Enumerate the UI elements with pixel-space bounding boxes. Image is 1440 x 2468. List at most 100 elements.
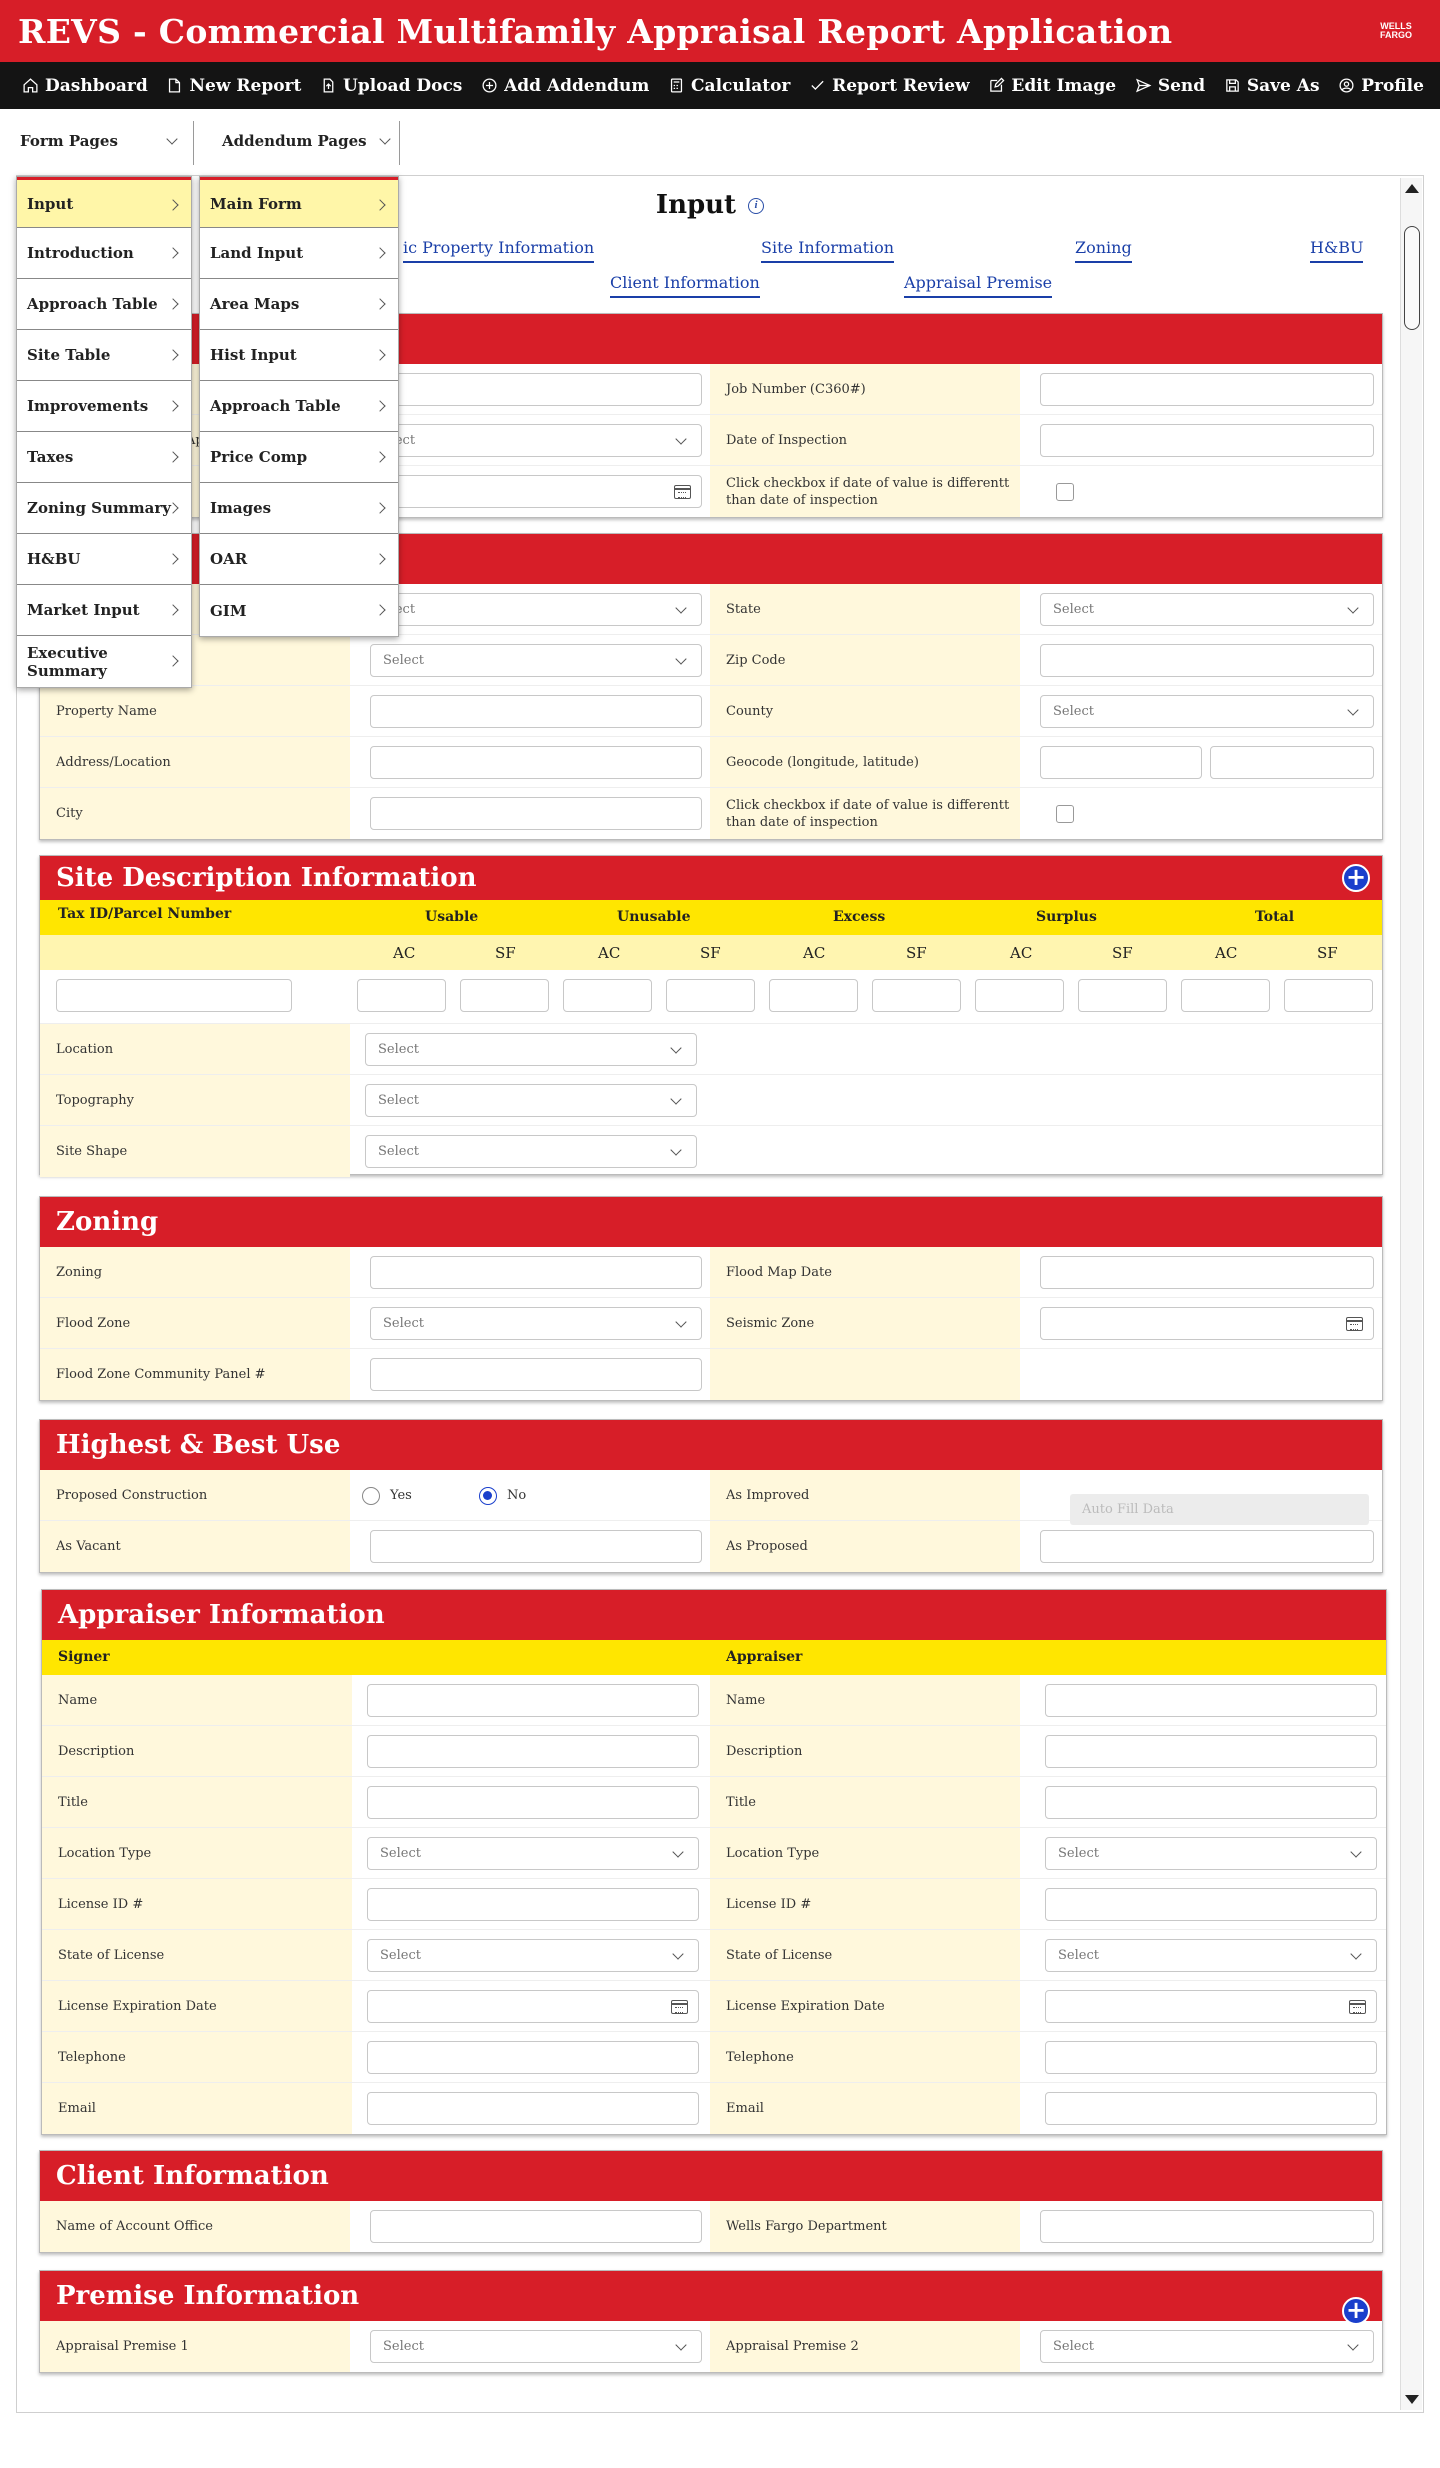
nav-save-as[interactable]: Save As (1224, 76, 1320, 96)
county-select[interactable]: Select (1040, 695, 1374, 728)
wf-department-input[interactable] (1040, 2210, 1374, 2243)
calendar-icon[interactable] (674, 485, 691, 499)
link-client-information[interactable]: Client Information (610, 273, 760, 298)
job-number-input[interactable] (1040, 373, 1374, 406)
link-site-information[interactable]: Site Information (761, 238, 895, 263)
total-sf-input[interactable] (1284, 979, 1373, 1012)
calendar-icon[interactable] (1349, 2000, 1366, 2014)
link-property-information[interactable]: ic Property Information (403, 238, 595, 263)
info-icon[interactable]: i (748, 198, 765, 214)
surplus-sf-input[interactable] (1078, 979, 1167, 1012)
menu-item-main-form[interactable]: Main Form (200, 177, 398, 228)
menu-item-land-input[interactable]: Land Input (200, 228, 398, 279)
usable-sf-input[interactable] (460, 979, 549, 1012)
calendar-icon[interactable] (1346, 1317, 1363, 1331)
signer-title-input[interactable] (367, 1786, 699, 1819)
appraiser-state-license-select[interactable]: Select (1045, 1939, 1377, 1972)
usable-ac-input[interactable] (357, 979, 446, 1012)
select-dropdown[interactable]: elect (370, 593, 702, 626)
unusable-sf-input[interactable] (666, 979, 755, 1012)
community-panel-input[interactable] (370, 1358, 702, 1391)
signer-email-input[interactable] (367, 2092, 699, 2125)
nav-dashboard[interactable]: Dashboard (22, 76, 148, 96)
link-hbu[interactable]: H&BU (1310, 238, 1364, 263)
vertical-scrollbar[interactable] (1400, 178, 1422, 2410)
topography-select[interactable]: Select (365, 1084, 697, 1117)
nav-new-report[interactable]: New Report (166, 76, 301, 96)
signer-telephone-input[interactable] (367, 2041, 699, 2074)
calendar-icon[interactable] (671, 2000, 688, 2014)
menu-item-executive-summary[interactable]: Executive Summary (17, 636, 191, 687)
addendum-pages-dropdown[interactable]: Addendum Pages (222, 123, 391, 159)
address-input[interactable] (370, 746, 702, 779)
appraiser-telephone-input[interactable] (1045, 2041, 1377, 2074)
tax-id-input[interactable] (56, 979, 292, 1012)
excess-ac-input[interactable] (769, 979, 858, 1012)
menu-item-site-table[interactable]: Site Table (17, 330, 191, 381)
text-input[interactable] (370, 373, 702, 406)
site-shape-select[interactable]: Select (365, 1135, 697, 1168)
appraiser-location-type-select[interactable]: Select (1045, 1837, 1377, 1870)
proposed-yes-radio[interactable] (362, 1487, 380, 1505)
property-name-input[interactable] (370, 695, 702, 728)
signer-name-input[interactable] (367, 1684, 699, 1717)
menu-item-oar[interactable]: OAR (200, 534, 398, 585)
menu-item-area-maps[interactable]: Area Maps (200, 279, 398, 330)
appraiser-license-expiration-input[interactable] (1045, 1990, 1377, 2023)
menu-item-introduction[interactable]: Introduction (17, 228, 191, 279)
nav-add-addendum[interactable]: Add Addendum (481, 76, 649, 96)
city-input[interactable] (370, 797, 702, 830)
nav-send[interactable]: Send (1135, 76, 1205, 96)
inspection-date-input[interactable] (1040, 424, 1374, 457)
menu-item-approach-table[interactable]: Approach Table (200, 381, 398, 432)
signer-state-license-select[interactable]: Select (367, 1939, 699, 1972)
nav-upload-docs[interactable]: Upload Docs (320, 76, 462, 96)
appraiser-email-input[interactable] (1045, 2092, 1377, 2125)
select-dropdown[interactable]: Select (370, 644, 702, 677)
menu-item-hist-input[interactable]: Hist Input (200, 330, 398, 381)
nav-report-review[interactable]: Report Review (809, 76, 970, 96)
wells-fargo-logo[interactable]: WELLS FARGO (1376, 22, 1416, 40)
date-input[interactable] (370, 475, 702, 508)
select-dropdown[interactable]: elect (370, 424, 702, 457)
as-vacant-input[interactable] (370, 1530, 702, 1563)
link-appraisal-premise[interactable]: Appraisal Premise (904, 273, 1053, 298)
proposed-no-radio[interactable] (479, 1487, 497, 1505)
menu-item-input[interactable]: Input (17, 177, 191, 228)
menu-item-images[interactable]: Images (200, 483, 398, 534)
appraiser-license-id-input[interactable] (1045, 1888, 1377, 1921)
state-select[interactable]: Select (1040, 593, 1374, 626)
nav-profile[interactable]: Profile (1338, 76, 1424, 96)
scrollbar-thumb[interactable] (1404, 226, 1420, 330)
date-differs-checkbox[interactable] (1056, 805, 1074, 823)
location-select[interactable]: Select (365, 1033, 697, 1066)
menu-item-hbu[interactable]: H&BU (17, 534, 191, 585)
surplus-ac-input[interactable] (975, 979, 1064, 1012)
nav-calculator[interactable]: Calculator (668, 76, 790, 96)
form-pages-dropdown[interactable]: Form Pages (20, 123, 178, 159)
signer-license-expiration-input[interactable] (367, 1990, 699, 2023)
longitude-input[interactable] (1040, 746, 1202, 779)
as-proposed-input[interactable] (1040, 1530, 1374, 1563)
appraiser-title-input[interactable] (1045, 1786, 1377, 1819)
menu-item-market-input[interactable]: Market Input (17, 585, 191, 636)
add-parcel-button[interactable]: + (1342, 864, 1370, 892)
menu-item-taxes[interactable]: Taxes (17, 432, 191, 483)
premise-2-select[interactable]: Select (1040, 2330, 1374, 2363)
excess-sf-input[interactable] (872, 979, 961, 1012)
menu-item-gim[interactable]: GIM (200, 585, 398, 636)
account-office-input[interactable] (370, 2210, 702, 2243)
signer-location-type-select[interactable]: Select (367, 1837, 699, 1870)
total-ac-input[interactable] (1181, 979, 1270, 1012)
menu-item-price-comp[interactable]: Price Comp (200, 432, 398, 483)
scroll-down-arrow-icon[interactable] (1405, 2395, 1419, 2404)
flood-zone-select[interactable]: Select (370, 1307, 702, 1340)
seismic-zone-input[interactable] (1040, 1307, 1374, 1340)
signer-description-input[interactable] (367, 1735, 699, 1768)
premise-1-select[interactable]: Select (370, 2330, 702, 2363)
unusable-ac-input[interactable] (563, 979, 652, 1012)
menu-item-zoning-summary[interactable]: Zoning Summary (17, 483, 191, 534)
zoning-input[interactable] (370, 1256, 702, 1289)
menu-item-improvements[interactable]: Improvements (17, 381, 191, 432)
flood-map-date-input[interactable] (1040, 1256, 1374, 1289)
